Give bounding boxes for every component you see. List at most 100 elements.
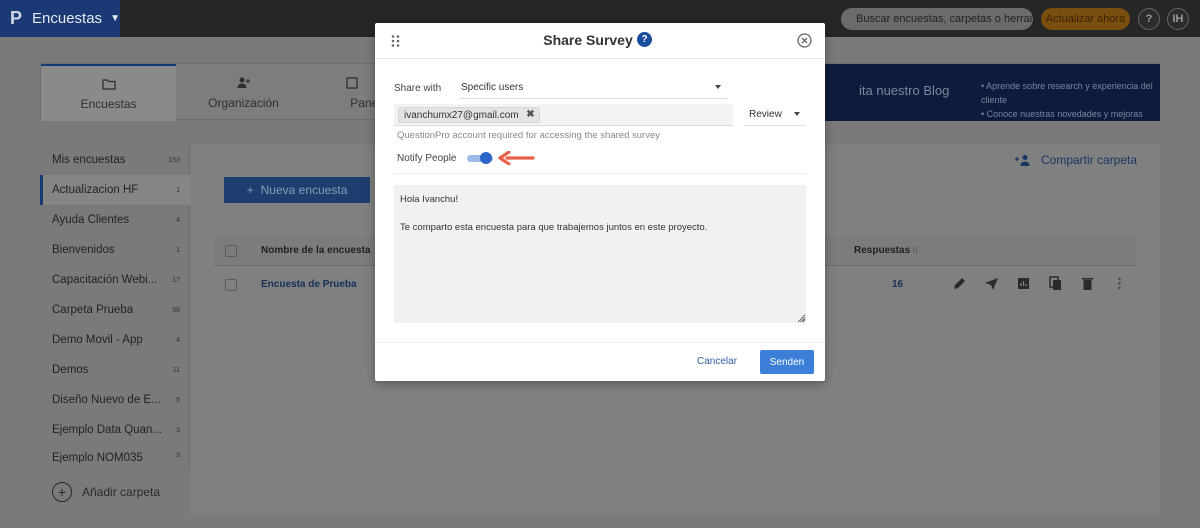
trash-icon[interactable] [1080, 276, 1095, 291]
sidebar-item-ejemplo-data[interactable]: Ejemplo Data Quan... 3 [40, 415, 190, 445]
divider [394, 173, 806, 174]
sort-indicator: 0 [912, 246, 918, 255]
help-icon[interactable]: ? [637, 32, 652, 47]
sidebar-item-mis-encuestas[interactable]: Mis encuestas 153 [40, 145, 190, 175]
blog-title: ita nuestro Blog [859, 83, 950, 98]
sidebar-item-count: 4 [176, 336, 180, 344]
resize-handle-icon[interactable] [799, 316, 806, 323]
share-folder-button[interactable]: Compartir carpeta [1015, 153, 1137, 167]
add-folder-label: Añadir carpeta [82, 484, 161, 499]
notify-toggle[interactable] [467, 152, 493, 164]
sidebar-item-count: 11 [172, 366, 180, 374]
column-header-name[interactable]: Nombre de la encuesta [261, 245, 370, 256]
sidebar-item-demo-movil[interactable]: Demo Movil - App 4 [40, 325, 190, 355]
survey-name-link[interactable]: Encuesta de Prueba [261, 279, 357, 290]
plus-icon: + [246, 183, 254, 197]
sidebar-item-count: 3 [176, 452, 180, 459]
sidebar-item-count: 4 [176, 216, 180, 224]
recipients-input[interactable]: ivanchumx27@gmail.com ✖ [394, 104, 733, 126]
toggle-knob [480, 152, 492, 164]
close-icon[interactable] [797, 33, 812, 48]
sidebar-item-label: Demos [52, 364, 89, 376]
sidebar-item-label: Ayuda Clientes [52, 214, 130, 226]
sidebar-item-label: Ejemplo Data Quan... [52, 424, 162, 436]
chevron-down-icon: ▼ [110, 13, 120, 24]
notify-label: Notify People [397, 153, 457, 164]
column-header-responses-label: Respuestas [854, 245, 911, 256]
row-checkbox[interactable] [225, 279, 237, 291]
sidebar-item-label: Mis encuestas [52, 154, 126, 166]
blog-bullet: • Aprende sobre research y experiencia d… [981, 81, 1153, 105]
sidebar-item-label: Ejemplo NOM035 [52, 452, 143, 463]
sidebar-item-ejemplo-nom035[interactable]: Ejemplo NOM035 3 [40, 445, 190, 463]
share-with-label: Share with [394, 83, 442, 94]
report-icon[interactable] [1016, 276, 1031, 291]
tab-label: Encuestas [80, 96, 137, 111]
chevron-down-icon [715, 85, 721, 89]
more-vertical-icon[interactable] [1112, 276, 1127, 291]
sidebar-item-capacitacion[interactable]: Capacitación Webi... 17 [40, 265, 190, 295]
share-survey-dialog: Share Survey ? Share with Specific users… [375, 23, 825, 381]
footer-divider [375, 342, 825, 343]
edit-icon[interactable] [952, 276, 967, 291]
message-textarea[interactable]: Hola Ivanchu! Te comparto esta encuesta … [394, 185, 806, 323]
sidebar-item-carpeta-prueba[interactable]: Carpeta Prueba 98 [40, 295, 190, 325]
sidebar-item-label: Capacitación Webi... [52, 274, 158, 286]
copy-icon[interactable] [1048, 276, 1063, 291]
sidebar-item-label: Bienvenidos [52, 244, 115, 256]
search-input[interactable]: Buscar encuestas, carpetas o herrami [841, 8, 1033, 30]
share-folder-label: Compartir carpeta [1041, 153, 1138, 167]
app-name: Encuestas [32, 10, 103, 27]
folder-icon [101, 78, 116, 90]
sidebar-item-diseno-nuevo[interactable]: Diseño Nuevo de E... 5 [40, 385, 190, 415]
app-switcher[interactable]: P Encuestas ▼ [0, 0, 120, 37]
column-header-responses[interactable]: Respuestas 0 [854, 245, 917, 256]
tab-label: Organización [208, 95, 279, 110]
new-survey-label: Nueva encuesta [260, 183, 348, 197]
blog-banner[interactable]: ita nuestro Blog • Aprende sobre researc… [823, 64, 1160, 121]
user-avatar[interactable]: IH [1167, 8, 1189, 30]
folder-sidebar: Mis encuestas 153 Actualizacion HF 1 Ayuda… [40, 145, 190, 515]
sidebar-item-label: Demo Movil - App [52, 334, 143, 346]
add-folder-button[interactable]: + Añadir carpeta [40, 468, 190, 515]
sidebar-item-bienvenidos[interactable]: Bienvenidos 1 [40, 235, 190, 265]
sidebar-item-ayuda-clientes[interactable]: Ayuda Clientes 4 [40, 205, 190, 235]
sidebar-item-count: 1 [176, 186, 180, 194]
row-actions [952, 276, 1127, 291]
upgrade-button[interactable]: Actualizar ahora [1041, 8, 1130, 30]
permission-select[interactable]: Review [744, 104, 806, 126]
recipient-email: ivanchumx27@gmail.com [404, 109, 519, 121]
dialog-header: Share Survey ? [375, 23, 825, 59]
account-hint: QuestionPro account required for accessi… [397, 130, 660, 141]
tab-organizacion[interactable]: Organización [176, 64, 311, 121]
chevron-down-icon [794, 112, 800, 116]
send-button[interactable]: Senden [760, 350, 814, 374]
responses-count[interactable]: 16 [892, 279, 903, 290]
tab-encuestas[interactable]: Encuestas [41, 64, 176, 121]
remove-recipient-icon[interactable]: ✖ [526, 109, 534, 120]
sidebar-item-count: 98 [172, 306, 180, 314]
send-icon[interactable] [984, 276, 999, 291]
sidebar-item-label: Carpeta Prueba [52, 304, 134, 316]
plus-circle-icon: + [52, 481, 72, 502]
sidebar-item-count: 5 [176, 396, 180, 404]
sidebar-item-actualizacion-hf[interactable]: Actualizacion HF 1 [40, 175, 190, 205]
select-all-checkbox[interactable] [225, 245, 237, 257]
sidebar-item-count: 1 [176, 246, 180, 254]
sidebar-item-count: 3 [176, 426, 180, 434]
sidebar-item-label: Diseño Nuevo de E... [52, 394, 161, 406]
share-with-select[interactable]: Specific users [459, 77, 727, 99]
users-icon [237, 77, 250, 88]
logo-icon: P [10, 8, 23, 28]
blog-bullet: • Conoce nuestras novedades y mejoras [981, 109, 1143, 119]
recipient-chip: ivanchumx27@gmail.com ✖ [398, 107, 540, 123]
new-survey-button[interactable]: + Nueva encuesta [224, 177, 370, 203]
cancel-button[interactable]: Cancelar [697, 356, 737, 367]
search-placeholder: Buscar encuestas, carpetas o herrami [856, 13, 1033, 25]
blog-bullets: • Aprende sobre research y experiencia d… [981, 79, 1160, 121]
sidebar-item-count: 153 [168, 156, 180, 164]
permission-value: Review [749, 109, 782, 120]
tab-panel[interactable]: Panel [311, 64, 381, 121]
sidebar-item-demos[interactable]: Demos 11 [40, 355, 190, 385]
help-button[interactable]: ? [1138, 8, 1160, 30]
